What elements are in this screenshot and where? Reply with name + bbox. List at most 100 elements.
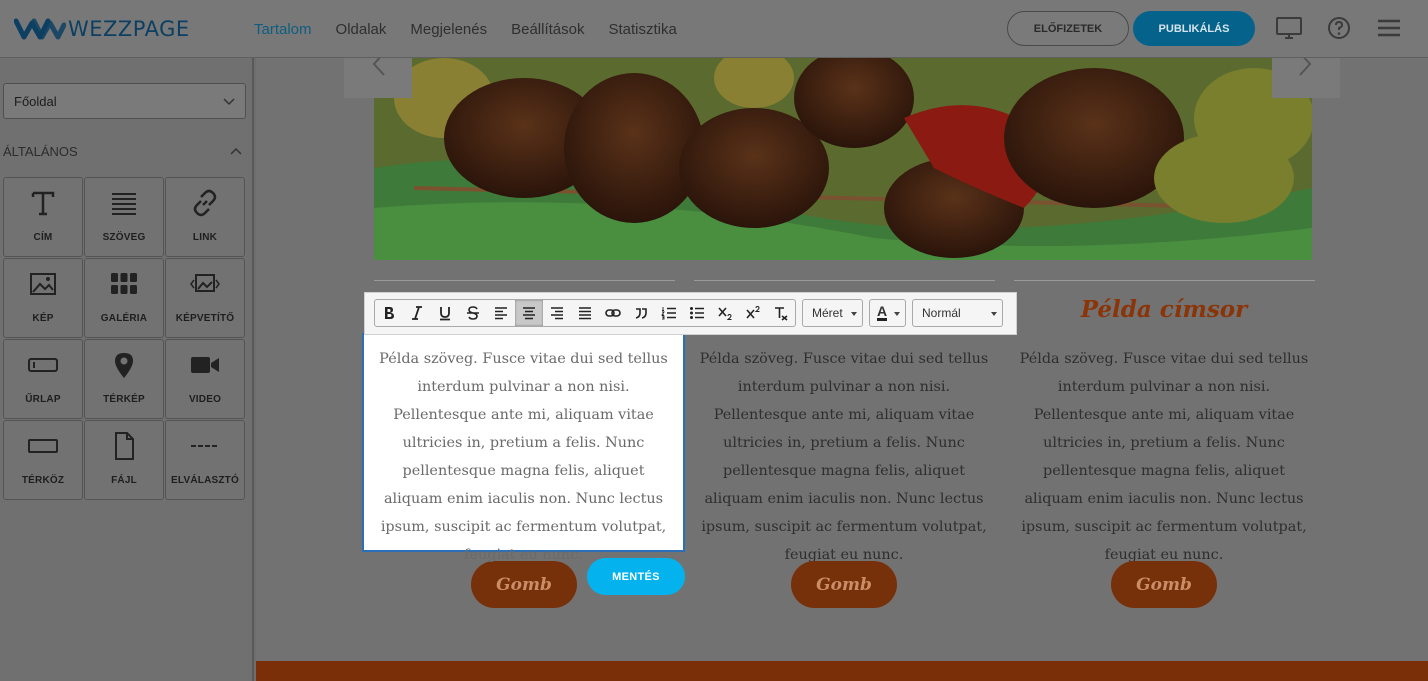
- nav-tartalom[interactable]: Tartalom: [254, 21, 312, 38]
- tile-label: KÉPVETÍTŐ: [175, 313, 235, 324]
- column-text[interactable]: Példa szöveg. Fusce vitae dui sed tellus…: [1016, 345, 1312, 569]
- superscript-button[interactable]: [739, 300, 767, 326]
- caret-down-icon: [991, 312, 997, 316]
- tile-video[interactable]: VIDEO: [165, 339, 245, 419]
- tile-text[interactable]: SZÖVEG: [84, 177, 164, 257]
- align-right-icon: [551, 307, 563, 320]
- clear-format-button[interactable]: [767, 300, 795, 326]
- page-select-value: Főoldal: [14, 93, 57, 109]
- text-color-dropdown[interactable]: A: [869, 299, 906, 327]
- paragraph-format-dropdown[interactable]: Normál: [912, 299, 1003, 327]
- align-left-icon: [495, 307, 507, 320]
- caret-down-icon: [894, 312, 900, 316]
- spacer-icon: [28, 439, 58, 453]
- sidebar: Főoldal ÁLTALÁNOS CÍM SZÖVEG LINK KÉP GA…: [0, 58, 254, 681]
- bullet-list-button[interactable]: [683, 300, 711, 326]
- tile-title[interactable]: CÍM: [3, 177, 83, 257]
- subscript-button[interactable]: [711, 300, 739, 326]
- align-center-button[interactable]: [515, 300, 543, 326]
- column-heading[interactable]: Példa címsor: [1014, 296, 1314, 323]
- map-pin-icon: [115, 353, 133, 378]
- tile-map[interactable]: TÉRKÉP: [84, 339, 164, 419]
- tile-divider[interactable]: ELVÁLASZTÓ: [165, 420, 245, 500]
- slider-prev-arrow-icon[interactable]: [344, 58, 412, 98]
- tile-label: ŰRLAP: [25, 394, 61, 405]
- bold-button[interactable]: [375, 300, 403, 326]
- section-title-general[interactable]: ÁLTALÁNOS: [3, 144, 246, 159]
- tile-label: SZÖVEG: [102, 232, 146, 243]
- tile-slideshow[interactable]: KÉPVETÍTŐ: [165, 258, 245, 338]
- text-icon: [112, 193, 136, 215]
- font-size-dropdown[interactable]: Méret: [802, 299, 863, 327]
- align-justify-button[interactable]: [571, 300, 599, 326]
- tile-image[interactable]: KÉP: [3, 258, 83, 338]
- align-left-button[interactable]: [487, 300, 515, 326]
- underline-button[interactable]: [431, 300, 459, 326]
- tile-link[interactable]: LINK: [165, 177, 245, 257]
- insert-link-button[interactable]: [599, 300, 627, 326]
- ordered-list-icon: [661, 307, 676, 320]
- column-button[interactable]: Gomb: [1111, 561, 1217, 608]
- text-color-icon: A: [877, 303, 888, 321]
- divider-icon: [191, 445, 219, 447]
- logo[interactable]: WEZZPAGE: [14, 14, 190, 44]
- logo-text: WEZZPAGE: [68, 17, 190, 41]
- chevron-down-icon: [223, 98, 235, 106]
- strikethrough-icon: [467, 306, 479, 320]
- nav-megjelenes[interactable]: Megjelenés: [410, 21, 487, 38]
- italic-icon: [412, 306, 422, 320]
- gallery-icon: [111, 273, 137, 294]
- align-justify-icon: [579, 307, 591, 320]
- strikethrough-button[interactable]: [459, 300, 487, 326]
- page-select[interactable]: Főoldal: [3, 83, 246, 119]
- slideshow-icon: [190, 274, 220, 292]
- align-center-icon: [523, 307, 535, 320]
- align-right-button[interactable]: [543, 300, 571, 326]
- nav-statisztika[interactable]: Statisztika: [608, 21, 676, 38]
- tile-form[interactable]: ŰRLAP: [3, 339, 83, 419]
- footer-band: [256, 661, 1428, 681]
- help-icon[interactable]: [1327, 16, 1351, 40]
- column-divider-line: [374, 280, 675, 281]
- superscript-icon: [746, 305, 760, 319]
- blockquote-button[interactable]: [627, 300, 655, 326]
- element-tiles: CÍM SZÖVEG LINK KÉP GALÉRIA KÉPVETÍTŐ ŰR…: [3, 177, 245, 500]
- tile-label: FÁJL: [111, 475, 137, 486]
- editor-text[interactable]: Példa szöveg. Fusce vitae dui sed tellus…: [372, 345, 675, 569]
- hero-image[interactable]: [374, 58, 1312, 260]
- publish-button[interactable]: PUBLIKÁLÁS: [1133, 11, 1255, 46]
- video-icon: [191, 357, 219, 373]
- monitor-icon[interactable]: [1275, 16, 1303, 40]
- clear-format-icon: [775, 307, 788, 321]
- section-title-label: ÁLTALÁNOS: [3, 144, 78, 159]
- tile-gallery[interactable]: GALÉRIA: [84, 258, 164, 338]
- main-nav: Tartalom Oldalak Megjelenés Beállítások …: [254, 0, 677, 58]
- subscript-icon: [718, 307, 732, 320]
- column-divider-line: [694, 280, 995, 281]
- nav-oldalak[interactable]: Oldalak: [336, 21, 387, 38]
- tile-label: TÉRKÉP: [103, 394, 145, 405]
- column-text[interactable]: Példa szöveg. Fusce vitae dui sed tellus…: [696, 345, 992, 569]
- underline-icon: [440, 307, 450, 321]
- tile-spacer[interactable]: TÉRKÖZ: [3, 420, 83, 500]
- save-button[interactable]: MENTÉS: [587, 558, 685, 595]
- tile-label: KÉP: [32, 313, 54, 324]
- quote-icon: [635, 308, 647, 319]
- subscriptions-button[interactable]: ELŐFIZETEK: [1007, 11, 1129, 46]
- slider-next-arrow-icon[interactable]: [1272, 58, 1340, 98]
- tile-file[interactable]: FÁJL: [84, 420, 164, 500]
- tile-label: GALÉRIA: [100, 313, 148, 324]
- bullet-list-icon: [690, 307, 704, 319]
- menu-icon[interactable]: [1377, 18, 1401, 38]
- chevron-up-icon: [230, 147, 242, 155]
- paragraph-format-label: Normál: [922, 306, 961, 320]
- tile-label: CÍM: [33, 232, 53, 243]
- image-icon: [30, 273, 56, 295]
- italic-button[interactable]: [403, 300, 431, 326]
- text-editor-area[interactable]: Példa szöveg. Fusce vitae dui sed tellus…: [362, 333, 685, 563]
- logo-mark-icon: [14, 18, 66, 40]
- bold-icon: [385, 307, 394, 319]
- nav-beallitasok[interactable]: Beállítások: [511, 21, 584, 38]
- ordered-list-button[interactable]: [655, 300, 683, 326]
- column-button[interactable]: Gomb: [791, 561, 897, 608]
